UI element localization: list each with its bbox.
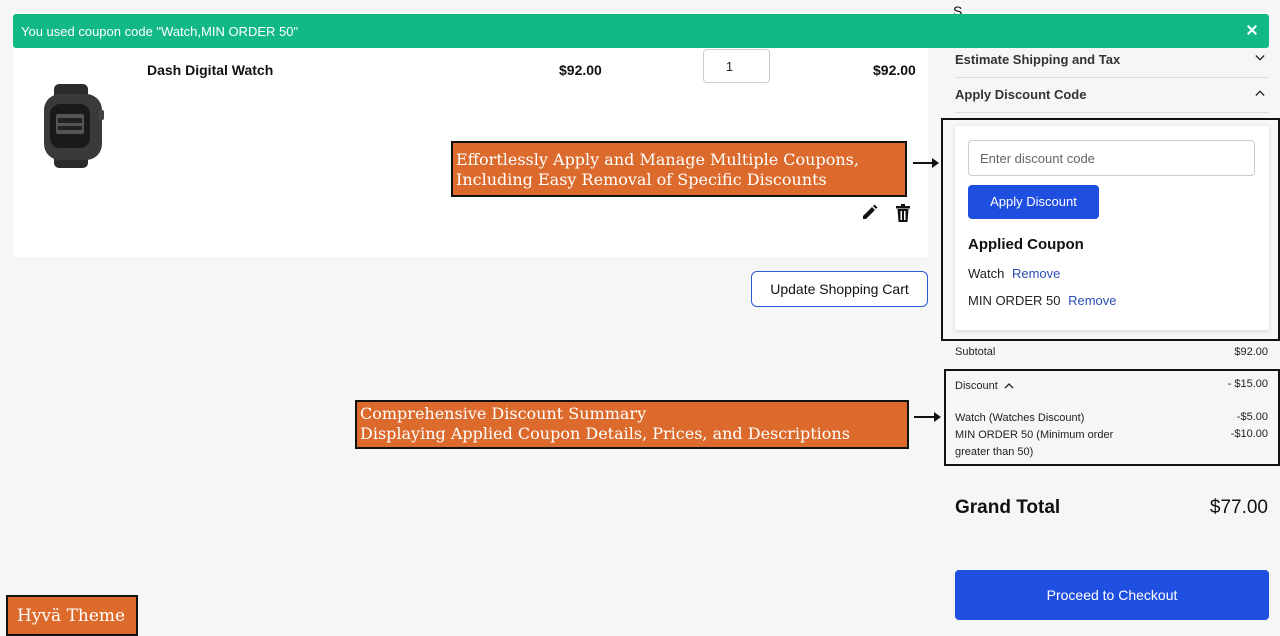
subtotal-label: Subtotal bbox=[955, 346, 996, 358]
annotation-line: Comprehensive Discount Summary bbox=[360, 404, 647, 423]
grand-total-value: $77.00 bbox=[1209, 497, 1268, 518]
discount-detail-label: Watch (Watches Discount) bbox=[955, 412, 1085, 424]
remove-coupon-link[interactable]: Remove bbox=[1068, 293, 1116, 308]
chevron-down-icon bbox=[1255, 55, 1265, 61]
product-name[interactable]: Dash Digital Watch bbox=[147, 62, 273, 78]
coupon-code: MIN ORDER 50 bbox=[968, 293, 1061, 308]
applied-coupon-item: Watch Remove bbox=[968, 266, 1060, 281]
estimate-shipping-label: Estimate Shipping and Tax bbox=[955, 51, 1121, 67]
arrow-icon bbox=[913, 158, 939, 168]
annotation-coupons: Effortlessly Apply and Manage Multiple C… bbox=[451, 141, 907, 197]
remove-coupon-link[interactable]: Remove bbox=[1012, 266, 1060, 281]
apply-discount-toggle[interactable]: Apply Discount Code bbox=[955, 77, 1269, 111]
annotation-summary: Comprehensive Discount Summary Displayin… bbox=[355, 400, 909, 449]
apply-discount-button[interactable]: Apply Discount bbox=[968, 185, 1099, 219]
row-total: $92.00 bbox=[873, 62, 916, 78]
close-icon[interactable] bbox=[1245, 23, 1259, 37]
discount-value: - $15.00 bbox=[1227, 378, 1268, 390]
discount-label: Discount bbox=[955, 380, 998, 392]
divider bbox=[955, 112, 1269, 113]
chevron-up-icon bbox=[1004, 383, 1014, 389]
proceed-to-checkout-button[interactable]: Proceed to Checkout bbox=[955, 570, 1269, 620]
edit-icon[interactable] bbox=[862, 204, 878, 220]
applied-coupon-item: MIN ORDER 50 Remove bbox=[968, 293, 1117, 308]
update-cart-button[interactable]: Update Shopping Cart bbox=[751, 271, 928, 307]
notification-message: You used coupon code "Watch,MIN ORDER 50… bbox=[21, 23, 299, 39]
sidebar-heading-fragment: S bbox=[953, 3, 963, 14]
subtotal-value: $92.00 bbox=[1234, 346, 1268, 358]
discount-detail-value: -$5.00 bbox=[1236, 411, 1268, 423]
discount-code-input[interactable] bbox=[968, 140, 1255, 176]
coupon-code: Watch bbox=[968, 266, 1005, 281]
arrow-icon bbox=[914, 412, 941, 422]
discount-detail-value: -$10.00 bbox=[1230, 428, 1268, 440]
annotation-line: Displaying Applied Coupon Details, Price… bbox=[360, 424, 850, 443]
quantity-input[interactable]: 1 bbox=[703, 49, 770, 83]
discount-detail-label: MIN ORDER 50 (Minimum order greater than… bbox=[955, 429, 1114, 458]
grand-total-label: Grand Total bbox=[955, 497, 1061, 518]
annotation-line: Including Easy Removal of Specific Disco… bbox=[456, 170, 827, 189]
applied-coupon-heading: Applied Coupon bbox=[968, 236, 1084, 253]
product-price: $92.00 bbox=[559, 62, 602, 78]
discount-toggle[interactable]: Discount bbox=[955, 380, 1014, 392]
apply-discount-label: Apply Discount Code bbox=[955, 86, 1087, 102]
annotation-line: Effortlessly Apply and Manage Multiple C… bbox=[456, 150, 859, 169]
theme-badge: Hyvä Theme bbox=[6, 595, 138, 636]
trash-icon[interactable] bbox=[896, 204, 910, 222]
chevron-up-icon bbox=[1255, 90, 1265, 96]
estimate-shipping-toggle[interactable]: Estimate Shipping and Tax bbox=[955, 42, 1269, 76]
product-image[interactable] bbox=[38, 84, 108, 168]
